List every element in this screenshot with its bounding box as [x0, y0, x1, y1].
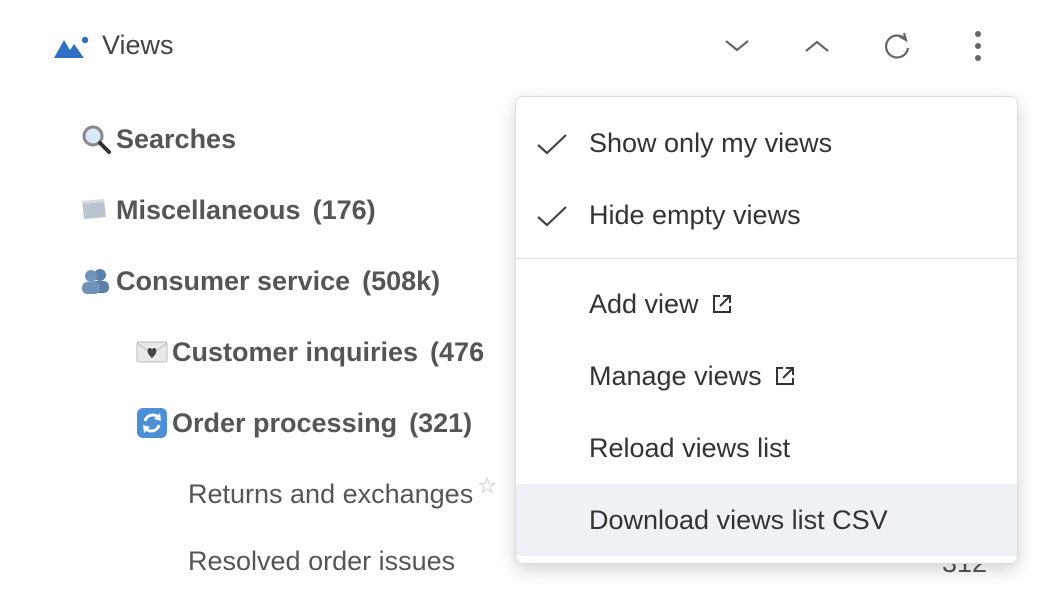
tree-item-resolved-order-issues[interactable]: Resolved order issues — [188, 541, 455, 581]
check-icon — [537, 206, 567, 227]
menu-item-label: Download views list CSV — [589, 504, 888, 535]
tree-item-label: Returns and exchanges — [188, 478, 474, 509]
menu-item-reload-views-list[interactable]: Reload views list — [516, 412, 1017, 484]
tree-item-label: Customer inquiries — [172, 336, 419, 367]
menu-item-label: Hide empty views — [589, 199, 801, 230]
people-icon — [80, 265, 116, 297]
menu-divider — [516, 258, 1017, 259]
expand-all-button[interactable] — [717, 26, 757, 66]
cycle-arrows-icon — [136, 407, 172, 439]
tree-item-count: (476 — [430, 336, 485, 367]
collapse-all-button[interactable] — [797, 26, 837, 66]
menu-item-label: Add view — [589, 288, 699, 319]
refresh-button[interactable] — [877, 26, 917, 66]
menu-item-label: Manage views — [589, 360, 762, 391]
tree-item-count: (321) — [409, 407, 473, 438]
star-icon[interactable]: ☆ — [477, 473, 497, 499]
menu-item-show-only-my-views[interactable]: Show only my views — [516, 107, 1017, 179]
menu-item-download-views-list-csv[interactable]: Download views list CSV — [516, 484, 1017, 556]
menu-item-label: Reload views list — [589, 432, 791, 463]
check-icon — [537, 134, 567, 155]
tree-item-count: (176) — [312, 194, 376, 225]
envelope-heart-icon — [136, 336, 172, 368]
tree-item-searches[interactable]: Searches — [80, 119, 236, 159]
views-logo-icon — [54, 34, 90, 62]
refresh-icon — [885, 32, 910, 59]
tree-item-label: Consumer service — [116, 265, 351, 296]
tree-item-label: Resolved order issues — [188, 545, 456, 576]
tree-item-label: Searches — [116, 123, 237, 154]
external-link-icon — [712, 295, 731, 313]
tree-item-order-processing[interactable]: Order processing (321) — [136, 403, 472, 443]
kebab-menu-icon — [975, 31, 981, 61]
tree-item-customer-inquiries[interactable]: Customer inquiries (476 — [136, 332, 484, 372]
views-panel: Views Searches Miscellaneous (176) Consu… — [0, 0, 1044, 606]
tree-item-count: (508k) — [362, 265, 441, 296]
menu-item-label: Show only my views — [589, 127, 833, 158]
magnifier-icon — [80, 123, 116, 155]
tree-item-label: Order processing — [172, 407, 398, 438]
menu-item-manage-views[interactable]: Manage views — [516, 340, 1017, 412]
more-options-button[interactable] — [958, 26, 998, 66]
tree-item-miscellaneous[interactable]: Miscellaneous (176) — [80, 190, 376, 230]
tree-item-returns-and-exchanges[interactable]: Returns and exchanges ☆ — [188, 473, 497, 514]
menu-item-add-view[interactable]: Add view — [516, 268, 1017, 340]
chevron-down-icon — [725, 40, 749, 52]
page-title: Views — [102, 30, 174, 60]
folder-icon — [80, 194, 116, 226]
menu-item-hide-empty-views[interactable]: Hide empty views — [516, 179, 1017, 251]
external-link-icon — [775, 367, 794, 385]
tree-item-label: Miscellaneous — [116, 194, 301, 225]
tree-item-consumer-service[interactable]: Consumer service (508k) — [80, 261, 440, 301]
views-options-menu: Show only my views Hide empty views Add … — [515, 96, 1018, 564]
chevron-up-icon — [805, 40, 829, 52]
